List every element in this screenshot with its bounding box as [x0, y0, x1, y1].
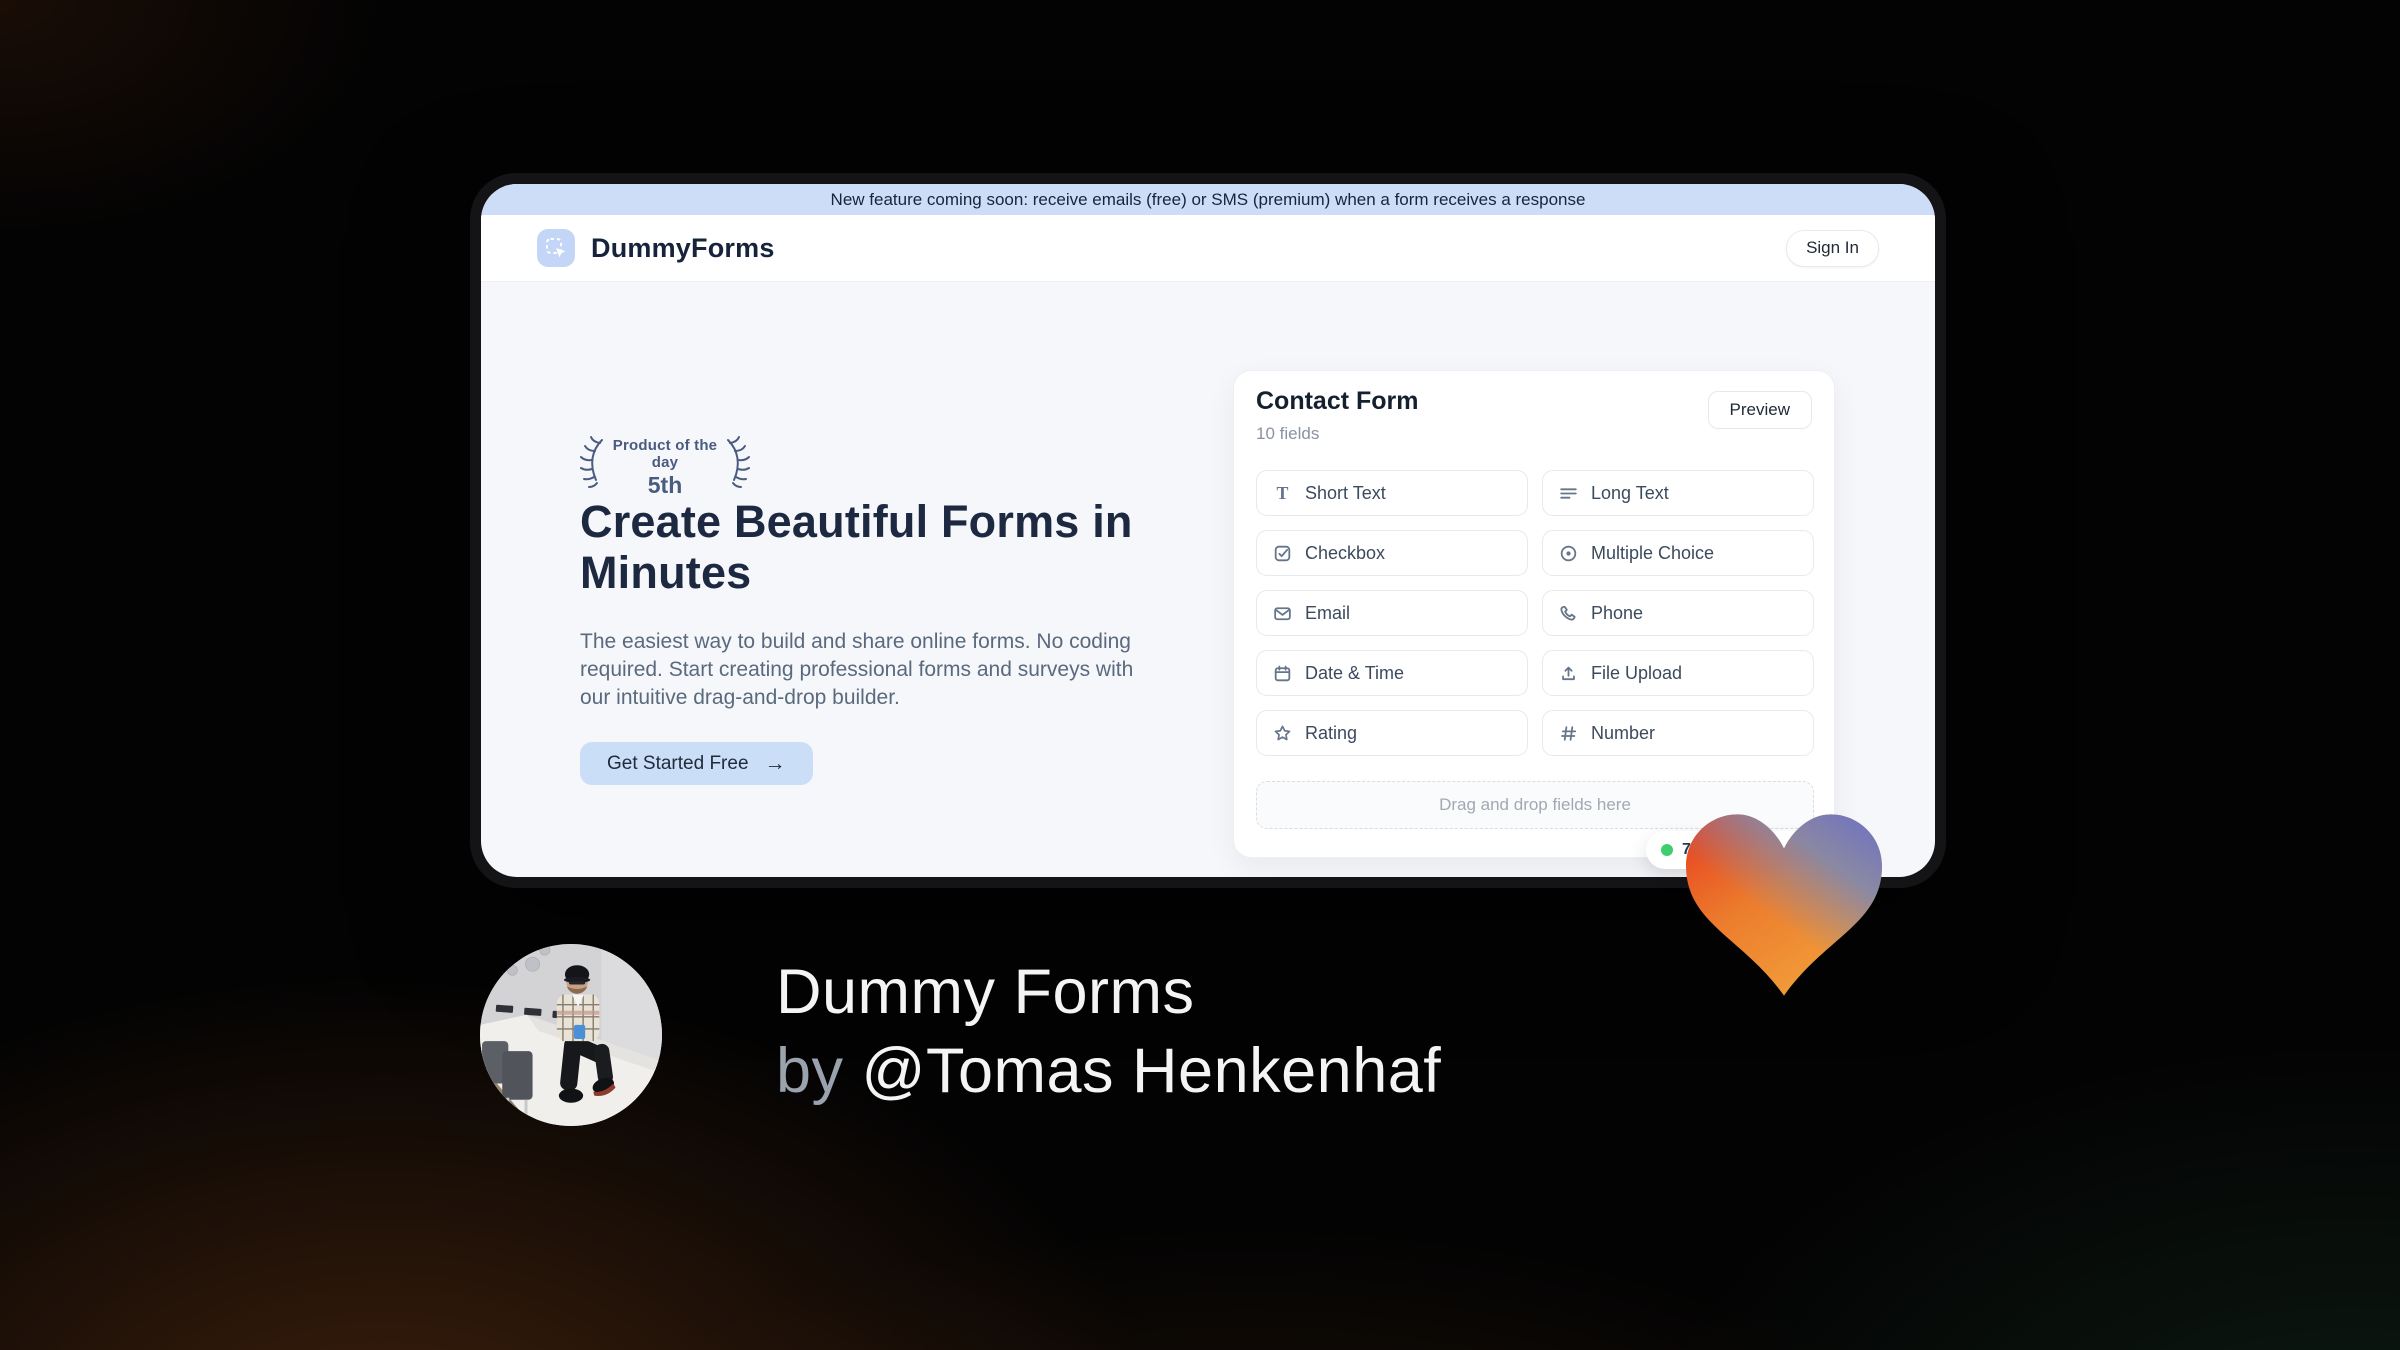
envelope-icon	[1272, 603, 1293, 624]
gradient-heart-icon	[1686, 814, 1882, 996]
award-line1: Product of the day	[612, 437, 718, 471]
app-window: New feature coming soon: receive emails …	[481, 184, 1935, 877]
checkbox-icon	[1272, 543, 1293, 564]
long-text-icon	[1558, 483, 1579, 504]
brand-title: DummyForms	[591, 232, 775, 263]
field-type-label: Email	[1305, 602, 1351, 623]
award-line2: 5th	[647, 472, 683, 498]
field-type-email[interactable]: Email	[1256, 590, 1528, 636]
caption: Dummy Forms by @Tomas Henkenhaf	[776, 953, 1441, 1111]
field-type-file-upload[interactable]: File Upload	[1542, 650, 1814, 696]
field-type-date-time[interactable]: Date & Time	[1256, 650, 1528, 696]
star-icon	[1272, 723, 1293, 744]
caption-author: @Tomas Henkenhaf	[861, 1036, 1442, 1106]
form-field-count: 10 fields	[1256, 424, 1320, 443]
author-avatar	[480, 944, 662, 1126]
field-type-label: File Upload	[1591, 662, 1683, 683]
field-type-label: Short Text	[1305, 482, 1386, 503]
upload-icon	[1558, 663, 1579, 684]
short-text-icon: T	[1272, 483, 1293, 504]
svg-text:T: T	[1277, 483, 1289, 503]
field-type-grid: T Short Text Long Text Checkbox Multiple Cho…	[1256, 470, 1814, 756]
dropzone-text: Drag and drop fields here	[1439, 795, 1631, 814]
browser-frame: New feature coming soon: receive emails …	[470, 173, 1946, 888]
arrow-right-icon: →	[764, 751, 786, 775]
green-status-dot-icon	[1661, 844, 1673, 856]
hash-icon	[1558, 723, 1579, 744]
announcement-text: New feature coming soon: receive emails …	[830, 189, 1586, 209]
hero-title: Create Beautiful Forms in Minutes	[580, 496, 1133, 598]
field-type-label: Date & Time	[1305, 662, 1405, 683]
field-type-number[interactable]: Number	[1542, 710, 1814, 756]
field-type-rating[interactable]: Rating	[1256, 710, 1528, 756]
field-type-long-text[interactable]: Long Text	[1542, 470, 1814, 516]
announcement-banner: New feature coming soon: receive emails …	[481, 184, 1935, 215]
laurel-right-icon	[727, 436, 750, 488]
calendar-icon	[1272, 663, 1293, 684]
phone-icon	[1558, 603, 1579, 624]
caption-by: by	[776, 1036, 862, 1106]
author-photo-illustration	[480, 944, 662, 1126]
product-of-day-badge: Product of the day 5th	[580, 434, 750, 498]
field-type-multiple-choice[interactable]: Multiple Choice	[1542, 530, 1814, 576]
dashed-select-cursor-icon	[546, 238, 566, 258]
app-header: DummyForms Sign In	[481, 215, 1935, 282]
cta-label: Get Started Free	[607, 752, 749, 774]
form-title: Contact Form	[1256, 387, 1419, 415]
form-builder-card: Contact Form 10 fields Preview T Short Te…	[1233, 370, 1835, 858]
field-type-label: Long Text	[1591, 482, 1669, 503]
promo-canvas: New feature coming soon: receive emails …	[0, 0, 2400, 1350]
preview-button[interactable]: Preview	[1707, 391, 1812, 429]
field-type-label: Rating	[1305, 722, 1358, 743]
app-logo[interactable]	[537, 229, 575, 267]
caption-product-name: Dummy Forms	[776, 957, 1195, 1027]
field-type-label: Number	[1591, 722, 1656, 743]
sign-in-button[interactable]: Sign In	[1786, 229, 1879, 267]
field-type-label: Checkbox	[1305, 542, 1386, 563]
field-type-label: Multiple Choice	[1591, 542, 1715, 563]
get-started-button[interactable]: Get Started Free →	[580, 742, 813, 785]
laurel-left-icon	[580, 436, 603, 488]
field-type-label: Phone	[1591, 602, 1644, 623]
field-type-checkbox[interactable]: Checkbox	[1256, 530, 1528, 576]
radio-icon	[1558, 543, 1579, 564]
field-type-phone[interactable]: Phone	[1542, 590, 1814, 636]
hero-description: The easiest way to build and share onlin…	[580, 630, 1134, 709]
field-type-short-text[interactable]: T Short Text	[1256, 470, 1528, 516]
